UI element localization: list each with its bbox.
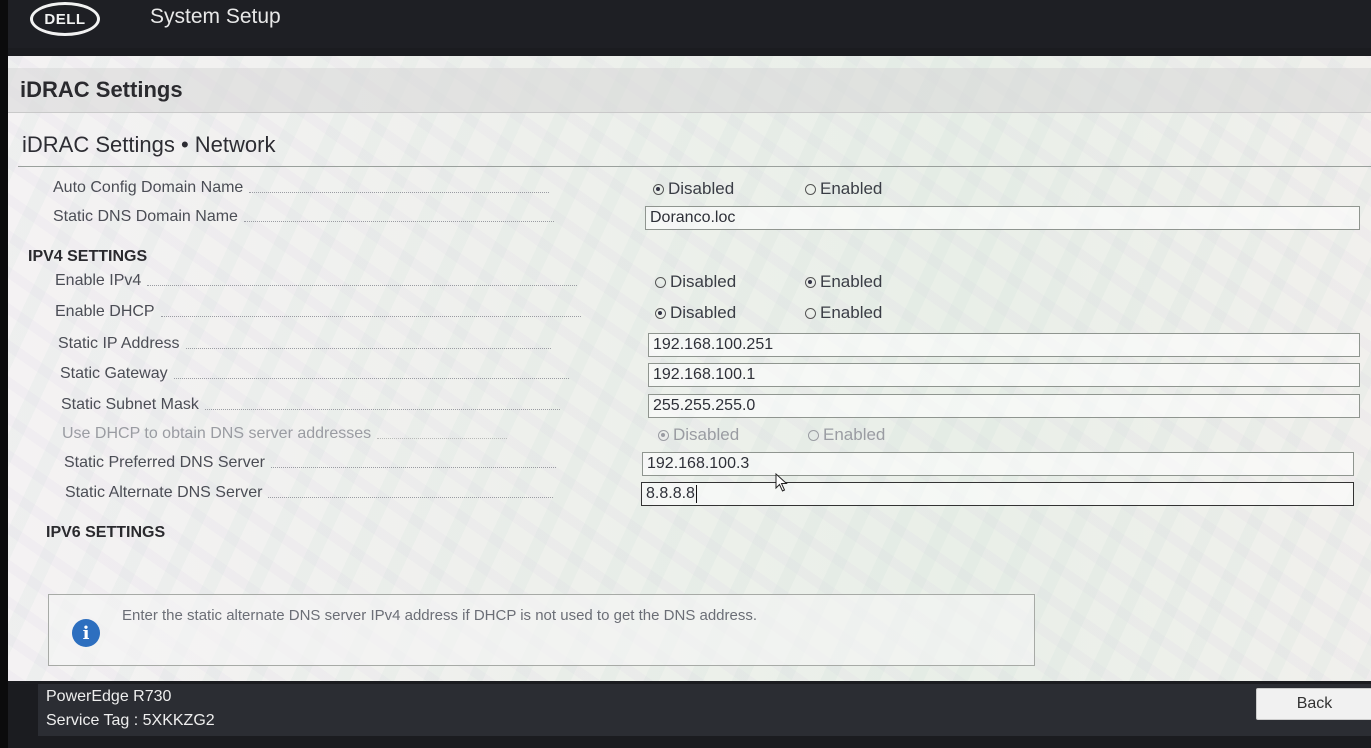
- static-gateway-row: Static Gateway 192.168.100.1: [60, 363, 1371, 389]
- leader-dots: [249, 191, 550, 193]
- leader-dots: [377, 437, 508, 439]
- dhcp-dns-row: Use DHCP to obtain DNS server addresses …: [62, 423, 1371, 449]
- service-tag: Service Tag : 5XKKZG2: [46, 712, 215, 729]
- enable-ipv4-row: Enable IPv4 Disabled Enabled: [55, 270, 1371, 296]
- auto-config-domain-disabled-radio[interactable]: Disabled: [653, 179, 734, 199]
- radio-unselected-icon: [805, 183, 816, 195]
- settings-panel: iDRAC Settings iDRAC Settings • Network …: [8, 56, 1371, 681]
- section-header: iDRAC Settings: [8, 68, 1371, 113]
- enable-dhcp-label: Enable DHCP: [55, 303, 581, 321]
- dell-logo: DELL: [30, 2, 100, 36]
- static-ip-input[interactable]: 192.168.100.251: [648, 333, 1360, 357]
- help-box: i Enter the static alternate DNS server …: [48, 594, 1035, 666]
- ipv4-settings-heading: IPV4 SETTINGS: [28, 248, 148, 265]
- leader-dots: [147, 284, 578, 286]
- mouse-pointer-icon: [775, 473, 788, 492]
- back-button[interactable]: Back: [1256, 688, 1371, 720]
- leader-dots: [160, 315, 581, 317]
- top-bar: DELL System Setup: [8, 0, 1371, 48]
- preferred-dns-input[interactable]: 192.168.100.3: [642, 452, 1354, 476]
- leader-dots: [268, 496, 554, 498]
- enable-ipv4-disabled-radio[interactable]: Disabled: [655, 272, 736, 292]
- leader-dots: [270, 466, 556, 468]
- static-gateway-input[interactable]: 192.168.100.1: [648, 363, 1360, 387]
- leader-dots: [243, 220, 554, 222]
- static-dns-domain-label: Static DNS Domain Name: [53, 208, 554, 226]
- auto-config-domain-enabled-radio[interactable]: Enabled: [805, 179, 882, 199]
- enable-dhcp-enabled-radio[interactable]: Enabled: [805, 303, 882, 323]
- alternate-dns-label: Static Alternate DNS Server: [65, 484, 554, 502]
- alternate-dns-input[interactable]: 8.8.8.8: [641, 482, 1354, 506]
- static-gateway-label: Static Gateway: [60, 365, 569, 383]
- enable-ipv4-enabled-radio[interactable]: Enabled: [805, 272, 882, 292]
- help-text: Enter the static alternate DNS server IP…: [122, 607, 758, 624]
- dhcp-dns-enabled-radio[interactable]: Enabled: [808, 425, 885, 445]
- radio-unselected-icon: [655, 276, 666, 288]
- static-subnet-label: Static Subnet Mask: [61, 396, 560, 414]
- static-subnet-row: Static Subnet Mask 255.255.255.0: [61, 394, 1371, 420]
- alternate-dns-value: 8.8.8.8: [646, 485, 695, 502]
- footer-bar: PowerEdge R730 Service Tag : 5XKKZG2 Bac…: [38, 684, 1371, 736]
- radio-unselected-icon: [805, 307, 816, 319]
- enable-dhcp-disabled-radio[interactable]: Disabled: [655, 303, 736, 323]
- leader-dots: [173, 377, 569, 379]
- radio-selected-icon: [655, 307, 666, 319]
- ipv6-settings-heading[interactable]: IPV6 SETTINGS: [46, 524, 165, 542]
- static-dns-domain-input[interactable]: Doranco.loc: [645, 206, 1360, 230]
- alternate-dns-row: Static Alternate DNS Server 8.8.8.8: [65, 482, 1371, 508]
- dhcp-dns-disabled-radio[interactable]: Disabled: [658, 425, 739, 445]
- leader-dots: [185, 347, 551, 349]
- info-icon: i: [72, 619, 100, 647]
- subtitle-divider: [18, 166, 1371, 167]
- dhcp-dns-label: Use DHCP to obtain DNS server addresses: [62, 425, 508, 443]
- text-caret: [695, 485, 697, 503]
- section-title: iDRAC Settings: [20, 77, 183, 102]
- auto-config-domain-label: Auto Config Domain Name: [53, 179, 550, 197]
- leader-dots: [204, 408, 560, 410]
- preferred-dns-label: Static Preferred DNS Server: [64, 454, 556, 472]
- system-model: PowerEdge R730: [46, 688, 172, 705]
- auto-config-domain-row: Auto Config Domain Name Disabled Enabled: [53, 177, 1371, 203]
- app-title: System Setup: [150, 5, 281, 28]
- enable-dhcp-row: Enable DHCP Disabled Enabled: [55, 301, 1371, 327]
- static-ip-row: Static IP Address 192.168.100.251: [58, 333, 1371, 359]
- radio-selected-icon: [658, 429, 669, 441]
- radio-selected-icon: [805, 276, 816, 288]
- static-subnet-input[interactable]: 255.255.255.0: [648, 394, 1360, 418]
- static-ip-label: Static IP Address: [58, 335, 551, 353]
- radio-unselected-icon: [808, 429, 819, 441]
- page-subtitle: iDRAC Settings • Network: [22, 132, 276, 157]
- preferred-dns-row: Static Preferred DNS Server 192.168.100.…: [64, 452, 1371, 478]
- system-setup-window: DELL System Setup iDRAC Settings iDRAC S…: [8, 0, 1371, 748]
- radio-selected-icon: [653, 183, 664, 195]
- enable-ipv4-label: Enable IPv4: [55, 272, 578, 290]
- static-dns-domain-row: Static DNS Domain Name Doranco.loc: [53, 206, 1371, 232]
